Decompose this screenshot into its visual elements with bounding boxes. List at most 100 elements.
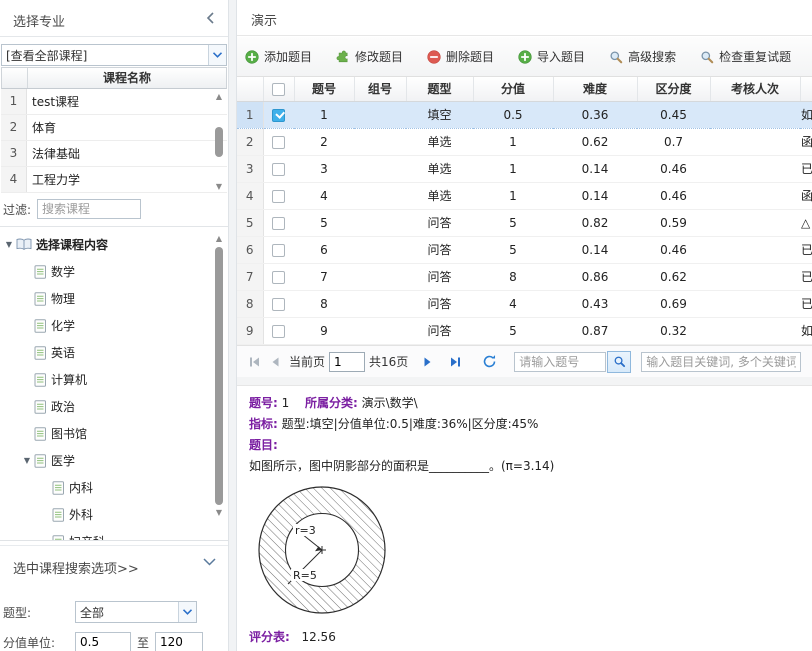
- search-options-header[interactable]: 选中课程搜索选项>>: [0, 552, 228, 580]
- tree-scrollbar[interactable]: ▲ ▼: [212, 234, 226, 534]
- course-list-scrollbar[interactable]: ▲ ▼: [212, 92, 226, 192]
- tree-expand-icon[interactable]: ▼: [22, 456, 32, 465]
- tree-item-计算机[interactable]: 计算机: [0, 366, 228, 393]
- scrollbar-thumb[interactable]: [215, 247, 223, 505]
- course-list-item[interactable]: 2体育: [1, 115, 227, 141]
- tree-item-数学[interactable]: 数学: [0, 258, 228, 285]
- chevron-down-icon[interactable]: [203, 558, 216, 566]
- course-list-item[interactable]: 1test课程: [1, 89, 227, 115]
- first-page-icon[interactable]: [243, 351, 265, 373]
- tree-root-node[interactable]: ▼ 选择课程内容: [0, 231, 228, 258]
- question-row[interactable]: 99问答50.870.32如: [237, 317, 812, 344]
- question-type-value: 全部: [76, 604, 178, 621]
- chevron-down-icon[interactable]: [178, 602, 196, 622]
- row-checkbox[interactable]: [272, 190, 285, 203]
- row-checkbox-cell[interactable]: [263, 182, 294, 209]
- scroll-down-icon[interactable]: ▼: [216, 508, 222, 518]
- tree-expand-icon[interactable]: ▼: [4, 240, 14, 249]
- scroll-up-icon[interactable]: ▲: [216, 92, 222, 102]
- cell-discrimination: 0.59: [637, 209, 710, 236]
- tree-item-妇产科[interactable]: 妇产科: [0, 528, 228, 540]
- search-button[interactable]: [607, 351, 631, 373]
- select-all-header[interactable]: [263, 77, 294, 101]
- question-type-dropdown[interactable]: 全部: [75, 601, 197, 623]
- question-row[interactable]: 33单选10.140.46已: [237, 155, 812, 182]
- toolbar-button-导入题目[interactable]: 导入题目: [518, 48, 585, 65]
- document-icon: [34, 400, 47, 414]
- toolbar-button-修改题目[interactable]: 修改题目: [336, 48, 403, 65]
- question-row[interactable]: 22单选10.620.7函: [237, 128, 812, 155]
- question-row[interactable]: 66问答50.140.46已: [237, 236, 812, 263]
- course-filter-dropdown[interactable]: [查看全部课程]: [1, 44, 227, 66]
- toolbar-button-高级搜索[interactable]: 高级搜索: [609, 48, 676, 65]
- question-row[interactable]: 44单选10.140.46函: [237, 182, 812, 209]
- row-number: 8: [237, 290, 263, 317]
- score-min-input[interactable]: [75, 632, 131, 651]
- col-assess-count[interactable]: 考核人次: [710, 77, 800, 101]
- tree-item-label: 政治: [51, 398, 75, 415]
- toolbar-button-label: 修改题目: [355, 48, 403, 65]
- question-row[interactable]: 88问答40.430.69已: [237, 290, 812, 317]
- keyword-search-input[interactable]: [641, 352, 801, 372]
- col-difficulty[interactable]: 难度: [553, 77, 637, 101]
- question-row[interactable]: 55问答50.820.59△: [237, 209, 812, 236]
- tree-item-图书馆[interactable]: 图书馆: [0, 420, 228, 447]
- select-all-checkbox[interactable]: [272, 83, 285, 96]
- row-checkbox[interactable]: [272, 244, 285, 257]
- row-checkbox-cell[interactable]: [263, 209, 294, 236]
- row-checkbox-cell[interactable]: [263, 101, 294, 128]
- collapse-left-icon[interactable]: [204, 10, 218, 26]
- refresh-icon[interactable]: [478, 351, 500, 373]
- panel-splitter[interactable]: [228, 0, 237, 651]
- cell-group-id: [354, 128, 406, 155]
- tree-item-政治[interactable]: 政治: [0, 393, 228, 420]
- prev-page-icon[interactable]: [265, 351, 287, 373]
- row-checkbox[interactable]: [272, 217, 285, 230]
- rownum-header: [237, 77, 263, 101]
- row-checkbox[interactable]: [272, 271, 285, 284]
- row-checkbox-cell[interactable]: [263, 155, 294, 182]
- last-page-icon[interactable]: [444, 351, 466, 373]
- scroll-down-icon[interactable]: ▼: [216, 182, 222, 192]
- col-discrimination[interactable]: 区分度: [637, 77, 710, 101]
- row-checkbox[interactable]: [272, 163, 285, 176]
- row-checkbox-cell[interactable]: [263, 290, 294, 317]
- col-score[interactable]: 分值: [473, 77, 553, 101]
- course-list-item[interactable]: 4工程力学: [1, 167, 227, 193]
- tree-item-物理[interactable]: 物理: [0, 285, 228, 312]
- row-checkbox[interactable]: [272, 136, 285, 149]
- tree-item-化学[interactable]: 化学: [0, 312, 228, 339]
- question-row[interactable]: 77问答80.860.62已: [237, 263, 812, 290]
- question-id-search-input[interactable]: [514, 352, 606, 372]
- scrollbar-thumb[interactable]: [215, 127, 223, 157]
- cell-type: 问答: [406, 263, 473, 290]
- row-checkbox[interactable]: [272, 109, 285, 122]
- category-value: 演示\数学\: [362, 396, 418, 410]
- tree-item-英语[interactable]: 英语: [0, 339, 228, 366]
- next-page-icon[interactable]: [416, 351, 438, 373]
- col-question-id[interactable]: 题号: [294, 77, 354, 101]
- row-checkbox-cell[interactable]: [263, 236, 294, 263]
- toolbar-button-检查重复试题[interactable]: 检查重复试题: [700, 48, 791, 65]
- scroll-up-icon[interactable]: ▲: [216, 234, 222, 244]
- tree-item-医学[interactable]: ▼医学: [0, 447, 228, 474]
- question-row[interactable]: 11填空0.50.360.45如: [237, 101, 812, 128]
- col-group-id[interactable]: 组号: [354, 77, 406, 101]
- cell-discrimination: 0.46: [637, 236, 710, 263]
- toolbar-button-删除题目[interactable]: 删除题目: [427, 48, 494, 65]
- course-list-item[interactable]: 3法律基础: [1, 141, 227, 167]
- score-max-input[interactable]: [155, 632, 203, 651]
- col-type[interactable]: 题型: [406, 77, 473, 101]
- row-checkbox-cell[interactable]: [263, 317, 294, 344]
- page-number-input[interactable]: [329, 352, 365, 372]
- row-checkbox[interactable]: [272, 298, 285, 311]
- tab-demo[interactable]: 演示: [251, 10, 277, 29]
- tree-item-外科[interactable]: 外科: [0, 501, 228, 528]
- row-checkbox-cell[interactable]: [263, 263, 294, 290]
- toolbar-button-添加题目[interactable]: 添加题目: [245, 48, 312, 65]
- row-checkbox[interactable]: [272, 325, 285, 338]
- row-checkbox-cell[interactable]: [263, 128, 294, 155]
- chevron-down-icon[interactable]: [208, 45, 226, 65]
- course-search-input[interactable]: [37, 199, 141, 219]
- tree-item-内科[interactable]: 内科: [0, 474, 228, 501]
